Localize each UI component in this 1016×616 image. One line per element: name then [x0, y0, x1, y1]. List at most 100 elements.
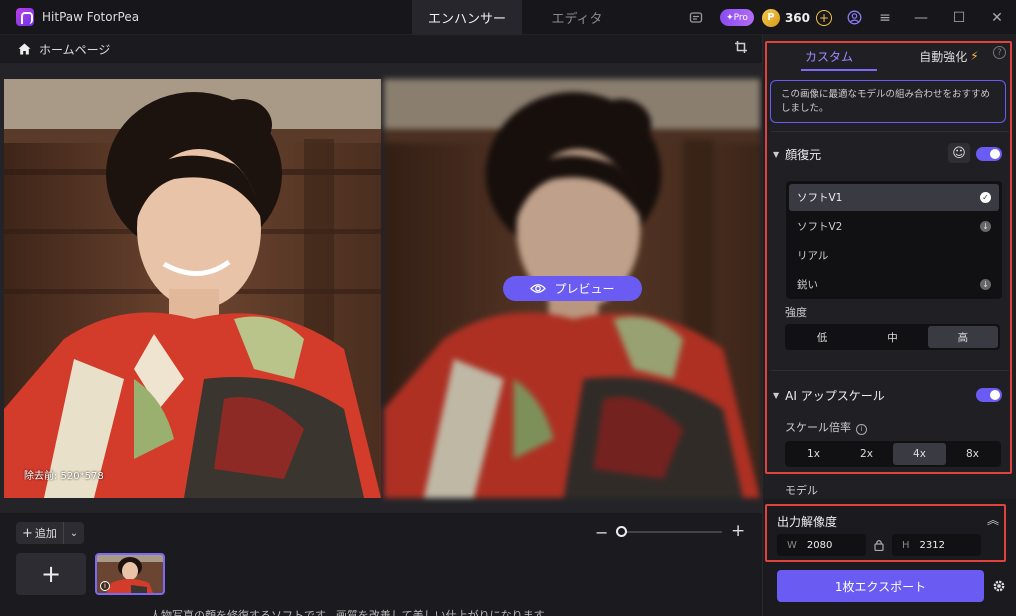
scale-1x[interactable]: 1x — [787, 443, 840, 465]
model-item-sharp[interactable]: 鋭い ↓ — [789, 271, 999, 298]
height-field[interactable]: H 2312 — [892, 534, 981, 556]
scale-label-row: スケール倍率 i — [785, 419, 867, 435]
info-icon[interactable]: i — [100, 581, 110, 591]
divider — [771, 131, 1009, 132]
maximize-icon[interactable]: ☐ — [940, 0, 978, 35]
tab-editor[interactable]: エディタ — [522, 0, 632, 35]
download-icon[interactable]: ↓ — [980, 221, 991, 232]
zoom-out-button[interactable]: − — [595, 523, 608, 542]
check-icon: ✓ — [980, 192, 991, 203]
scale-label: スケール倍率 — [785, 421, 851, 434]
model-label: ソフトV1 — [797, 192, 843, 204]
close-icon[interactable]: ✕ — [978, 0, 1016, 35]
model-label: ソフトV2 — [797, 221, 843, 233]
face-restore-toggle[interactable] — [976, 147, 1002, 161]
before-image: 除去前: 520*578 — [4, 79, 381, 498]
caret-down-icon: ▼ — [773, 150, 780, 159]
tab-enhancer[interactable]: エンハンサー — [412, 0, 522, 35]
info-icon[interactable]: i — [856, 423, 867, 435]
zoom-slider-handle[interactable] — [616, 526, 627, 537]
upscale-title: AI アップスケール — [785, 389, 885, 403]
add-image-tile[interactable]: + — [16, 553, 86, 595]
chevron-down-icon[interactable]: ⌄ — [64, 528, 84, 539]
model-item-soft-v2[interactable]: ソフトV2 ↓ — [789, 213, 999, 240]
model-item-real[interactable]: リアル — [789, 242, 999, 269]
upscale-toggle[interactable] — [976, 388, 1002, 402]
crop-icon[interactable] — [734, 40, 752, 58]
strength-high[interactable]: 高 — [927, 326, 998, 348]
scale-4x[interactable]: 4x — [893, 443, 946, 465]
account-icon[interactable] — [840, 4, 868, 32]
face-icon[interactable]: ☺ — [948, 143, 970, 163]
message-icon[interactable] — [682, 4, 710, 32]
eye-icon — [530, 284, 547, 293]
image-canvas: 除去前: 520*578 プレビュー — [0, 63, 762, 513]
width-field[interactable]: W 2080 — [777, 534, 866, 556]
face-model-list: ソフトV1 ✓ ソフトV2 ↓ リアル 鋭い ↓ — [786, 181, 1002, 299]
model-label: 鋭い — [797, 279, 818, 291]
caret-down-icon: ▼ — [773, 391, 780, 400]
sub-header: ホームページ — [0, 35, 762, 63]
upscale-header[interactable]: ▼ AI アップスケール — [773, 387, 885, 404]
download-icon[interactable]: ↓ — [980, 279, 991, 290]
width-key: W — [787, 539, 797, 551]
model-label-heading: モデル — [785, 484, 818, 497]
coin-icon: P — [761, 8, 780, 27]
menu-icon[interactable]: ≡ — [868, 0, 902, 35]
output-resolution-title: 出力解像度 — [777, 515, 838, 529]
help-icon[interactable]: ? — [993, 46, 1006, 59]
minimize-icon[interactable]: — — [902, 0, 940, 35]
hidden-caption: 人物写真の顔を修復するソフトです。画質を改善して美しい仕上がりになります。 — [150, 609, 555, 616]
zoom-slider[interactable] — [616, 531, 722, 533]
bottom-bar: + 追加 ⌄ − + + i 人物写真の顔を修復するソフトです。画質を改善して美し… — [0, 513, 762, 616]
scale-selector: 1x 2x 4x 8x — [785, 441, 1001, 467]
tab-custom-label: カスタム — [804, 49, 853, 64]
bolt-icon: ⚡ — [970, 49, 979, 63]
model-item-soft-v1[interactable]: ソフトV1 ✓ — [789, 184, 999, 211]
divider — [771, 370, 1009, 371]
add-coins-icon[interactable]: + — [816, 9, 832, 26]
zoom-in-button[interactable]: + — [731, 521, 745, 541]
add-button[interactable]: + 追加 ⌄ — [16, 522, 84, 544]
titlebar-actions: ✦ Pro P 360 + ≡ — ☐ ✕ — [682, 0, 1016, 35]
coin-count: 360 — [784, 10, 810, 25]
strength-label: 強度 — [785, 306, 807, 319]
scale-8x[interactable]: 8x — [946, 443, 999, 465]
pro-badge[interactable]: ✦ Pro — [720, 9, 754, 26]
width-value: 2080 — [806, 539, 833, 551]
title-bar: HitPaw FotorPea エンハンサー エディタ ✦ Pro P 360 … — [0, 0, 1016, 35]
add-main[interactable]: + 追加 — [16, 522, 64, 544]
model-label: リアル — [797, 250, 829, 262]
home-link[interactable]: ホームページ — [18, 41, 110, 58]
height-key: H — [902, 539, 910, 551]
face-restore-title: 顔復元 — [785, 148, 822, 162]
gear-icon[interactable] — [992, 579, 1006, 593]
preview-button[interactable]: プレビュー — [503, 276, 642, 301]
tab-auto-label: 自動強化 — [919, 49, 968, 64]
settings-panel: カスタム 自動強化 ⚡ ? この画像に最適なモデルの組み合わせをおすすめしました。… — [762, 35, 1016, 616]
tab-custom[interactable]: カスタム — [769, 39, 889, 73]
mode-tabs: エンハンサー エディタ — [412, 0, 632, 35]
scale-2x[interactable]: 2x — [840, 443, 893, 465]
export-label: 1枚エクスポート — [834, 579, 927, 594]
height-value: 2312 — [919, 539, 945, 551]
strength-medium[interactable]: 中 — [857, 326, 927, 348]
lock-icon[interactable] — [874, 539, 884, 552]
home-icon — [18, 43, 31, 55]
chevron-up-icon[interactable]: ︽ — [987, 511, 999, 528]
app-title: HitPaw FotorPea — [42, 10, 140, 24]
add-label: 追加 — [34, 527, 57, 540]
home-label: ホームページ — [39, 42, 111, 57]
panel-tabs: カスタム 自動強化 ⚡ — [769, 39, 1009, 73]
face-restore-header[interactable]: ▼ 顔復元 — [773, 146, 821, 163]
recommendation-tip: この画像に最適なモデルの組み合わせをおすすめしました。 — [770, 80, 1006, 123]
portrait-photo — [4, 79, 381, 498]
plus-icon: + — [22, 525, 33, 541]
strength-low[interactable]: 低 — [787, 326, 857, 348]
before-label: 除去前: 520*578 — [24, 471, 104, 482]
image-thumbnail[interactable]: i — [95, 553, 165, 595]
strength-selector: 低 中 高 — [785, 324, 1000, 350]
tab-auto-enhance[interactable]: 自動強化 ⚡ — [889, 39, 1009, 73]
preview-label: プレビュー — [554, 282, 615, 296]
export-button[interactable]: 1枚エクスポート — [777, 570, 984, 602]
